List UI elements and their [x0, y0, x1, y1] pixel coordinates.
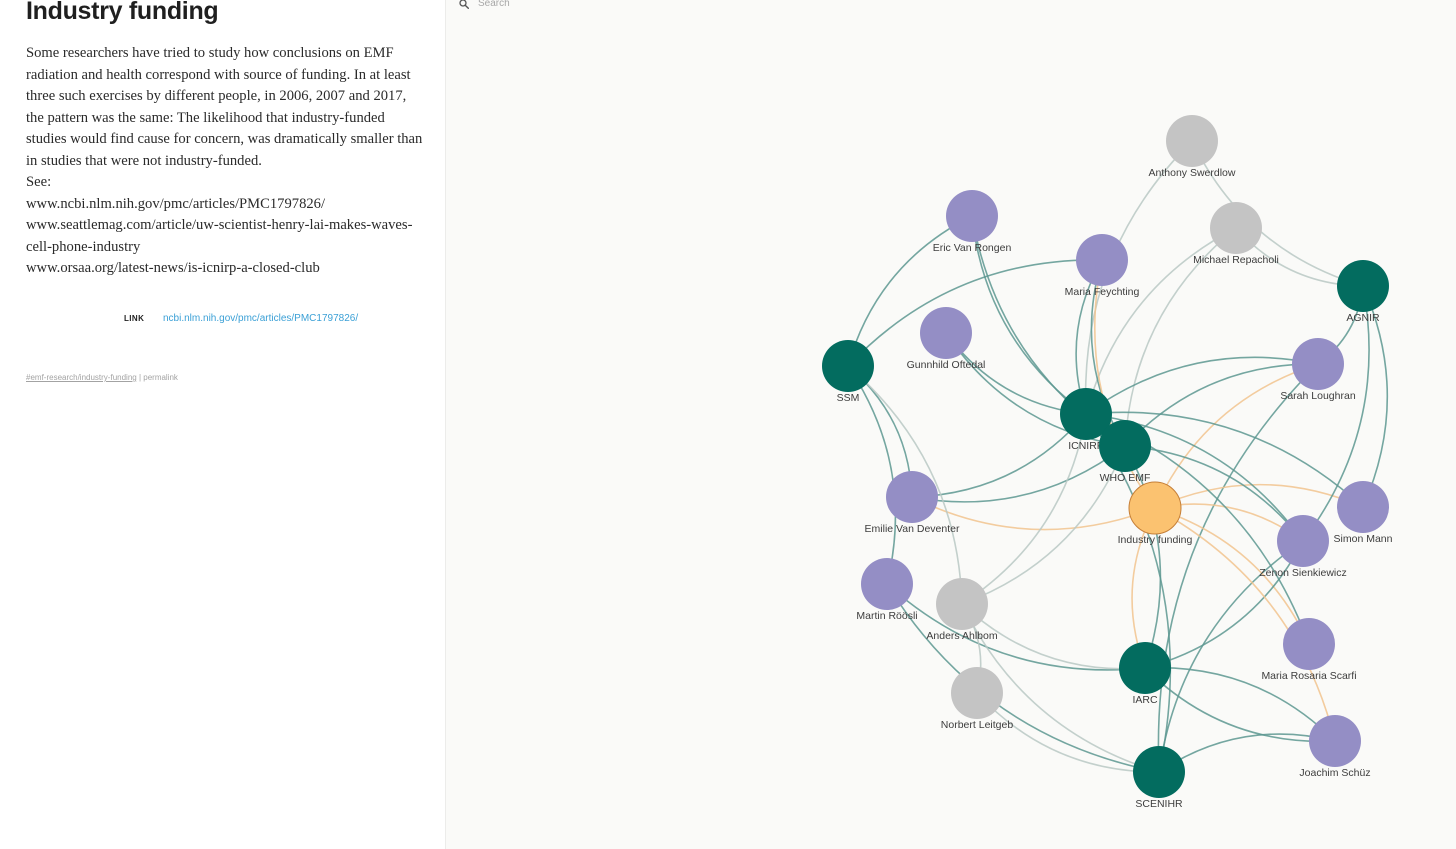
- node-circle[interactable]: [1133, 746, 1185, 798]
- node-circle[interactable]: [1292, 338, 1344, 390]
- node-circle[interactable]: [1210, 202, 1262, 254]
- node-label: Anders Ahlbom: [926, 630, 997, 642]
- graph-edge: [911, 413, 1087, 498]
- graph-node-anthony-swerdlow[interactable]: Anthony Swerdlow: [1149, 115, 1236, 179]
- node-label: Maria Feychting: [1065, 286, 1140, 298]
- network-graph[interactable]: Anthony Swerdlow Eric Van Rongen Michael R…: [0, 0, 1456, 849]
- node-circle[interactable]: [822, 340, 874, 392]
- graph-node-iarc[interactable]: IARC: [1119, 642, 1171, 706]
- node-label: IARC: [1132, 694, 1158, 706]
- node-label: Eric Van Rongen: [933, 242, 1012, 254]
- node-circle[interactable]: [951, 667, 1003, 719]
- graph-node-martin-roosli[interactable]: Martin Röösli: [856, 558, 918, 622]
- node-circle[interactable]: [920, 307, 972, 359]
- node-circle[interactable]: [886, 471, 938, 523]
- graph-node-who-emf[interactable]: WHO EMF: [1099, 420, 1151, 484]
- graph-node-agnir[interactable]: AGNIR: [1337, 260, 1389, 324]
- node-circle[interactable]: [1076, 234, 1128, 286]
- node-circle[interactable]: [946, 190, 998, 242]
- graph-edge: [886, 583, 1160, 773]
- node-label: Maria Rosaria Scarfi: [1261, 670, 1356, 682]
- node-label: WHO EMF: [1100, 472, 1151, 484]
- node-label: ICNIRP: [1068, 440, 1104, 452]
- node-label: SCENIHR: [1135, 798, 1183, 810]
- node-circle[interactable]: [1277, 515, 1329, 567]
- node-label: Emilie Van Deventer: [865, 523, 960, 535]
- graph-node-maria-feychting[interactable]: Maria Feychting: [1065, 234, 1140, 298]
- node-label: Michael Repacholi: [1193, 254, 1279, 266]
- node-circle[interactable]: [1099, 420, 1151, 472]
- graph-node-eric-van-rongen[interactable]: Eric Van Rongen: [933, 190, 1012, 254]
- graph-node-industry-funding[interactable]: Industry funding: [1118, 481, 1193, 546]
- graph-node-anders-ahlbom[interactable]: Anders Ahlbom: [926, 578, 998, 642]
- node-circle[interactable]: [1337, 260, 1389, 312]
- node-circle[interactable]: [1283, 618, 1335, 670]
- graph-node-norbert-leitgeb[interactable]: Norbert Leitgeb: [941, 667, 1014, 731]
- node-circle[interactable]: [1119, 642, 1171, 694]
- graph-node-michael-repacholi[interactable]: Michael Repacholi: [1193, 202, 1279, 266]
- node-label: SSM: [837, 392, 860, 404]
- node-circle[interactable]: [1166, 115, 1218, 167]
- node-label: AGNIR: [1346, 312, 1380, 324]
- node-label: Zenon Sienkiewicz: [1259, 567, 1347, 579]
- graph-node-maria-rosaria-scarfi[interactable]: Maria Rosaria Scarfi: [1261, 618, 1357, 682]
- graph-node-sarah-loughran[interactable]: Sarah Loughran: [1280, 338, 1356, 402]
- node-label: Sarah Loughran: [1280, 390, 1355, 402]
- node-label: Simon Mann: [1334, 533, 1393, 545]
- node-label: Gunnhild Oftedal: [907, 359, 986, 371]
- graph-node-simon-mann[interactable]: Simon Mann: [1334, 481, 1393, 545]
- graph-node-ssm[interactable]: SSM: [822, 340, 874, 404]
- graph-edge: [1144, 540, 1304, 669]
- graph-node-zenon-sienkiewicz[interactable]: Zenon Sienkiewicz: [1259, 515, 1347, 579]
- graph-node-joachim-schuz[interactable]: Joachim Schüz: [1299, 715, 1371, 779]
- node-label: Joachim Schüz: [1299, 767, 1370, 779]
- node-label: Industry funding: [1118, 534, 1193, 546]
- node-label: Norbert Leitgeb: [941, 719, 1014, 731]
- node-circle[interactable]: [1309, 715, 1361, 767]
- node-circle[interactable]: [936, 578, 988, 630]
- graph-edge: [847, 259, 1103, 367]
- node-label: Martin Röösli: [856, 610, 917, 622]
- node-label: Anthony Swerdlow: [1149, 167, 1236, 179]
- graph-edge: [886, 583, 1146, 671]
- node-circle[interactable]: [1337, 481, 1389, 533]
- node-circle[interactable]: [861, 558, 913, 610]
- graph-node-scenihr[interactable]: SCENIHR: [1133, 746, 1185, 810]
- graph-node-emilie-van-deventer[interactable]: Emilie Van Deventer: [865, 471, 960, 535]
- graph-node-gunnhild-oftedal[interactable]: Gunnhild Oftedal: [907, 307, 986, 371]
- node-circle[interactable]: [1128, 481, 1182, 535]
